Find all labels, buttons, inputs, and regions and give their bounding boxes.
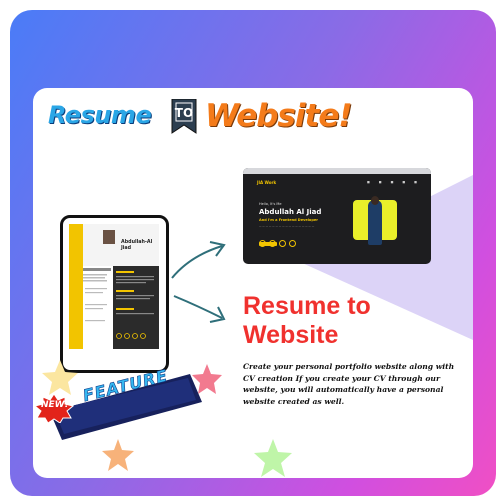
title-website-text: Website! [205, 98, 352, 134]
site-person-photo [368, 200, 382, 245]
headline-line2: Website [243, 321, 339, 349]
site-greeting: Hello, It's Me [259, 202, 282, 206]
browser-bar [243, 168, 431, 174]
site-nav: ■ ■ ■ ■ ■ [367, 180, 421, 184]
new-label: NEW! [41, 400, 69, 410]
promo-graphic: Resume TO Website! Abdullah-Al Jiad JIA … [0, 0, 500, 500]
site-skills-line: — — — — — — — — — — — — — — — — — [259, 225, 315, 228]
headline: Resume to Website [243, 292, 463, 350]
site-name: Abdullah Al Jiad [259, 208, 322, 216]
resume-preview: Abdullah-Al Jiad [60, 215, 169, 373]
arrow-icons [171, 241, 226, 323]
orange-star-icon [102, 439, 134, 471]
headline-line1: Resume to [243, 292, 371, 320]
title-to-text: TO [174, 106, 194, 120]
green-star-icon [254, 439, 292, 477]
resume-name: Abdullah-Al Jiad [121, 240, 153, 251]
title-to-ribbon: TO [170, 98, 198, 135]
site-role: And I'm a Frontend Developer [259, 218, 318, 222]
description-text: Create your personal portfolio website a… [243, 362, 455, 406]
site-person-head [371, 196, 379, 205]
site-brand: JIA Work [257, 180, 277, 185]
site-cv-button [259, 242, 277, 246]
website-preview: JIA Work ■ ■ ■ ■ ■ Hello, It's Me Abdull… [243, 168, 431, 264]
title-resume-text: Resume [48, 101, 152, 129]
